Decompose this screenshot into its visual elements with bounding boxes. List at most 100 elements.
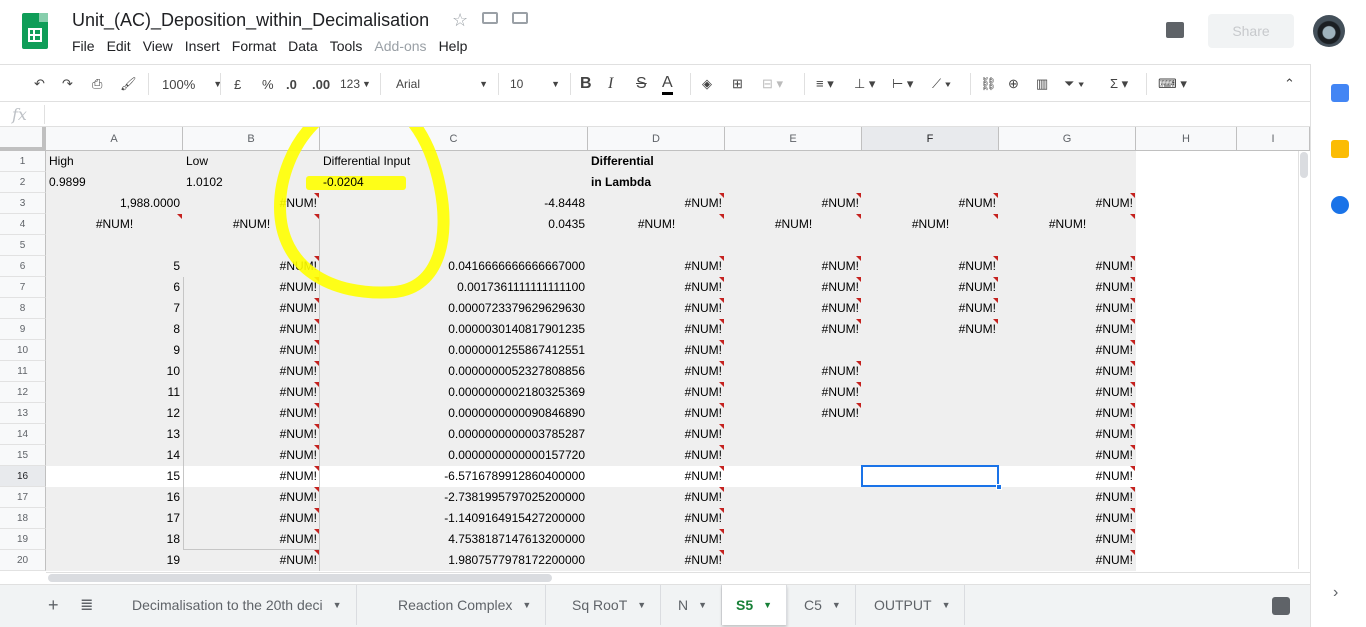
cell-c1[interactable]: Differential Input — [320, 151, 588, 172]
row-header-17[interactable]: 17 — [0, 487, 46, 508]
cell-e7[interactable]: #NUM! — [725, 277, 862, 298]
cell-e13[interactable]: #NUM! — [725, 403, 862, 424]
cell-c14[interactable]: 0.0000000000003785287 — [320, 424, 588, 445]
selected-cell[interactable] — [861, 465, 999, 487]
chevron-down-icon[interactable]: ▼ — [698, 600, 707, 610]
cell-a8[interactable]: 7 — [46, 298, 183, 319]
row-header-16[interactable]: 16 — [0, 466, 46, 487]
column-header-h[interactable]: H — [1136, 127, 1237, 151]
cell-d19[interactable]: #NUM! — [588, 529, 725, 550]
sheet-tab-c5[interactable]: C5 ▼ — [790, 585, 856, 625]
sheet-tab-s5[interactable]: S5 ▼ — [722, 585, 788, 625]
text-rotation-icon[interactable]: ⟋ ▾ — [932, 73, 951, 95]
cell-d11[interactable]: #NUM! — [588, 361, 725, 382]
cell-f7[interactable]: #NUM! — [862, 277, 999, 298]
spreadsheet-grid[interactable]: A B C D E F G H I 1 2 3 4 5 6 7 8 9 10 11 12 13 14 15 16 17 18 19 20… — [0, 127, 1310, 572]
text-color-button[interactable]: A — [662, 73, 673, 95]
cell-f4[interactable]: #NUM! — [862, 214, 999, 235]
insert-link-icon[interactable]: ⛓ — [980, 73, 997, 95]
cell-d17[interactable]: #NUM! — [588, 487, 725, 508]
cell-c9[interactable]: 0.0000030140817901235 — [320, 319, 588, 340]
cell-a17[interactable]: 16 — [46, 487, 183, 508]
column-header-b[interactable]: B — [183, 127, 320, 151]
comments-icon[interactable] — [1166, 22, 1184, 38]
cell-a16[interactable]: 15 — [46, 466, 183, 487]
sheet-tab-n[interactable]: N ▼ — [664, 585, 723, 625]
cell-a2[interactable]: 0.9899 — [46, 172, 183, 193]
font-size-select[interactable]: 10 ▼ — [510, 73, 560, 95]
all-sheets-icon[interactable]: ≣ — [80, 595, 93, 615]
align-horizontal-icon[interactable]: ≡ ▾ — [816, 73, 834, 95]
cell-g8[interactable]: #NUM! — [999, 298, 1136, 319]
cell-d8[interactable]: #NUM! — [588, 298, 725, 319]
vertical-scrollbar[interactable] — [1298, 151, 1310, 569]
cell-d13[interactable]: #NUM! — [588, 403, 725, 424]
cell-d9[interactable]: #NUM! — [588, 319, 725, 340]
row-header-11[interactable]: 11 — [0, 361, 46, 382]
cell-a7[interactable]: 6 — [46, 277, 183, 298]
column-header-g[interactable]: G — [999, 127, 1136, 151]
cell-a4[interactable]: #NUM! — [46, 214, 183, 235]
menu-tools[interactable]: Tools — [324, 38, 369, 58]
sheet-tab-sq-root[interactable]: Sq RooT ▼ — [558, 585, 662, 625]
row-header-6[interactable]: 6 — [0, 256, 46, 277]
row-header-3[interactable]: 3 — [0, 193, 46, 214]
sheet-tab-reaction-complex[interactable]: Reaction Complex ▼ — [384, 585, 547, 625]
move-folder-icon[interactable] — [482, 12, 498, 24]
cell-b1[interactable]: Low — [183, 151, 320, 172]
menu-data[interactable]: Data — [282, 38, 324, 58]
cell-e9[interactable]: #NUM! — [725, 319, 862, 340]
row-header-1[interactable]: 1 — [0, 151, 46, 172]
row-header-4[interactable]: 4 — [0, 214, 46, 235]
input-tools-icon[interactable]: ⌨ ▾ — [1158, 73, 1187, 95]
cell-b11[interactable]: #NUM! — [183, 361, 320, 382]
cell-a10[interactable]: 9 — [46, 340, 183, 361]
cell-e11[interactable]: #NUM! — [725, 361, 862, 382]
cell-b4[interactable]: #NUM! — [183, 214, 320, 235]
cell-c16[interactable]: -6.5716789912860400000 — [320, 466, 588, 487]
cell-a14[interactable]: 13 — [46, 424, 183, 445]
chevron-down-icon[interactable]: ▼ — [763, 600, 772, 610]
cell-b12[interactable]: #NUM! — [183, 382, 320, 403]
row-header-18[interactable]: 18 — [0, 508, 46, 529]
cell-a13[interactable]: 12 — [46, 403, 183, 424]
sheets-logo-icon[interactable] — [22, 13, 48, 49]
cell-d4[interactable]: #NUM! — [588, 214, 725, 235]
document-title[interactable]: Unit_(AC)_Deposition_within_Decimalisati… — [72, 10, 429, 31]
expand-panel-icon[interactable]: › — [1333, 584, 1338, 602]
cell-d20[interactable]: #NUM! — [588, 550, 725, 571]
cell-g7[interactable]: #NUM! — [999, 277, 1136, 298]
chevron-down-icon[interactable]: ▼ — [942, 600, 951, 610]
cell-f6[interactable]: #NUM! — [862, 256, 999, 277]
currency-button[interactable]: £ — [234, 73, 241, 95]
menu-addons[interactable]: Add-ons — [368, 38, 432, 58]
row-header-15[interactable]: 15 — [0, 445, 46, 466]
cell-c3[interactable]: -4.8448 — [320, 193, 588, 214]
star-icon[interactable]: ☆ — [452, 10, 468, 31]
cell-a19[interactable]: 18 — [46, 529, 183, 550]
cell-b18[interactable]: #NUM! — [183, 508, 320, 529]
merge-cells-icon[interactable]: ⊟ ▾ — [762, 73, 783, 95]
chevron-down-icon[interactable]: ▼ — [832, 600, 841, 610]
menu-format[interactable]: Format — [226, 38, 282, 58]
vertical-scroll-thumb[interactable] — [1300, 152, 1308, 178]
chevron-down-icon[interactable]: ▼ — [637, 600, 646, 610]
sheet-tab-decimalisation-to-the-20th-deci[interactable]: Decimalisation to the 20th deci ▼ — [118, 585, 357, 625]
column-header-d[interactable]: D — [588, 127, 725, 151]
keep-icon[interactable] — [1331, 140, 1349, 158]
cell-a1[interactable]: High — [46, 151, 183, 172]
cell-b3[interactable]: #NUM! — [183, 193, 320, 214]
row-header-8[interactable]: 8 — [0, 298, 46, 319]
borders-icon[interactable]: ⊞ — [732, 73, 743, 95]
fill-color-icon[interactable]: ◈ — [702, 73, 712, 95]
cell-f3[interactable]: #NUM! — [862, 193, 999, 214]
cell-b15[interactable]: #NUM! — [183, 445, 320, 466]
cell-g6[interactable]: #NUM! — [999, 256, 1136, 277]
row-header-5[interactable]: 5 — [0, 235, 46, 256]
cell-a15[interactable]: 14 — [46, 445, 183, 466]
increase-decimal-button[interactable]: .00 — [312, 73, 330, 95]
column-header-i[interactable]: I — [1237, 127, 1310, 151]
bold-button[interactable]: B — [580, 73, 592, 95]
zoom-select[interactable]: 100% ▼ — [162, 73, 222, 95]
cell-c6[interactable]: 0.0416666666666667000 — [320, 256, 588, 277]
